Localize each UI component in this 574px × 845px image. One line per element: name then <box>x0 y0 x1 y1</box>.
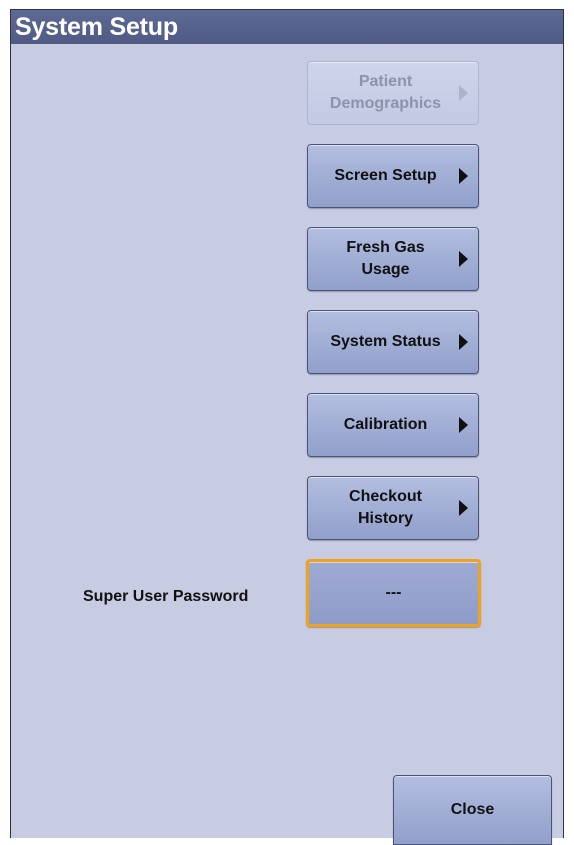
screen-setup-button[interactable]: Screen Setup <box>307 144 479 208</box>
system-status-button[interactable]: System Status <box>307 310 479 374</box>
window-title: System Setup <box>11 10 563 44</box>
calibration-label: Calibration <box>343 416 428 433</box>
checkout-history-button[interactable]: Checkout History <box>307 476 479 540</box>
submenu-arrow-icon <box>459 168 468 184</box>
password-value: --- <box>385 584 402 601</box>
submenu-arrow-icon <box>459 251 468 267</box>
system-status-label: System Status <box>330 333 441 350</box>
close-button[interactable]: Close <box>393 775 552 845</box>
fresh-gas-usage-label: Fresh Gas Usage <box>346 239 425 278</box>
super-user-password-field[interactable]: --- <box>306 559 481 627</box>
patient-demographics-label: Patient Demographics <box>329 73 442 112</box>
calibration-button[interactable]: Calibration <box>307 393 479 457</box>
close-label: Close <box>450 801 495 818</box>
patient-demographics-button: Patient Demographics <box>307 61 479 125</box>
submenu-arrow-icon <box>459 334 468 350</box>
system-setup-window: System Setup Patient Demographics Screen… <box>10 9 564 845</box>
super-user-password-label: Super User Password <box>83 588 249 605</box>
submenu-arrow-icon <box>459 500 468 516</box>
submenu-arrow-icon <box>459 417 468 433</box>
checkout-history-label: Checkout History <box>349 488 422 527</box>
submenu-arrow-icon <box>459 85 468 101</box>
fresh-gas-usage-button[interactable]: Fresh Gas Usage <box>307 227 479 291</box>
screen-setup-label: Screen Setup <box>334 167 437 184</box>
